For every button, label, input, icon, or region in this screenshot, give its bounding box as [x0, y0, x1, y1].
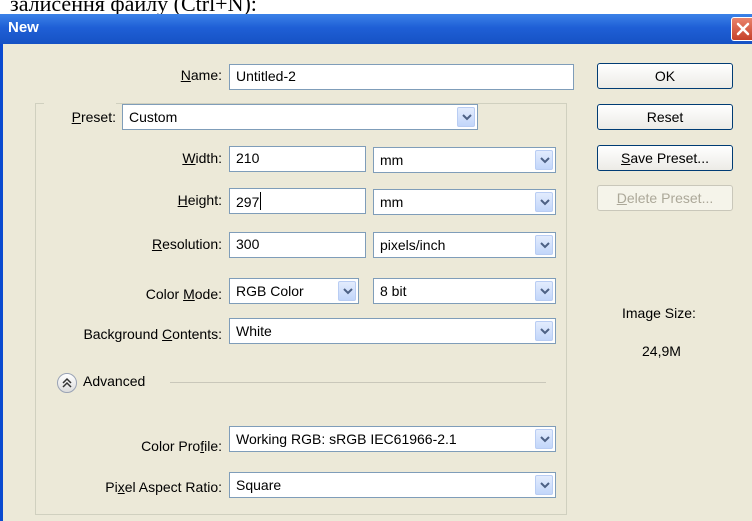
color-profile-select[interactable]: Working RGB: sRGB IEC61966-2.1: [229, 426, 556, 452]
background-contents-select[interactable]: White: [229, 318, 556, 344]
width-unit-select[interactable]: mm: [373, 147, 556, 173]
pixel-aspect-ratio-label: Pixel Aspect Ratio:: [105, 479, 222, 495]
preset-label: Preset:: [71, 109, 116, 125]
color-mode-select[interactable]: RGB Color: [229, 278, 359, 304]
name-input[interactable]: Untitled-2: [229, 64, 574, 90]
bit-depth-select[interactable]: 8 bit: [373, 278, 556, 304]
close-button[interactable]: [731, 17, 752, 41]
reset-button[interactable]: Reset: [597, 104, 733, 130]
resolution-unit-select[interactable]: pixels/inch: [373, 232, 556, 258]
width-label: Width:: [182, 150, 222, 166]
dialog-titlebar[interactable]: [0, 14, 752, 44]
save-preset-button[interactable]: Save Preset...: [597, 145, 733, 171]
advanced-separator: [170, 382, 546, 383]
resolution-unit-value: pixels/inch: [380, 237, 446, 253]
bit-depth-value: 8 bit: [380, 283, 407, 299]
chevron-down-icon[interactable]: [535, 281, 553, 301]
pixel-aspect-ratio-value: Square: [236, 477, 282, 493]
advanced-label: Advanced: [83, 373, 146, 389]
height-unit-value: mm: [380, 194, 404, 210]
delete-preset-button[interactable]: Delete Preset...: [597, 185, 733, 211]
chevron-down-icon[interactable]: [535, 235, 553, 255]
height-value: 297: [236, 194, 260, 210]
image-size-label: Image Size:: [622, 305, 696, 321]
background-contents-value: White: [236, 323, 272, 339]
name-label: Name:: [180, 67, 222, 83]
background-document-strip: залисення файлу (Ctrl+N):: [0, 0, 752, 14]
text-caret: [260, 192, 262, 210]
image-size-value: 24,9M: [642, 343, 681, 359]
chevron-down-icon[interactable]: [535, 475, 553, 495]
pixel-aspect-ratio-select[interactable]: Square: [229, 472, 556, 498]
double-chevron-up-icon: [62, 377, 72, 388]
preset-select[interactable]: Custom: [122, 104, 478, 130]
width-unit-value: mm: [380, 152, 404, 168]
background-document-text: залисення файлу (Ctrl+N):: [10, 0, 257, 14]
chevron-down-icon[interactable]: [535, 192, 553, 212]
chevron-down-icon[interactable]: [535, 321, 553, 341]
chevron-down-icon[interactable]: [338, 281, 356, 301]
height-input[interactable]: 297: [229, 188, 366, 214]
height-label: Height:: [177, 192, 222, 208]
width-input[interactable]: 210: [229, 146, 366, 172]
resolution-input[interactable]: 300: [229, 232, 366, 258]
dialog-title: New: [8, 19, 39, 36]
color-mode-value: RGB Color: [236, 283, 304, 299]
ok-button[interactable]: OK: [597, 63, 733, 89]
advanced-toggle-button[interactable]: [57, 373, 77, 393]
height-unit-select[interactable]: mm: [373, 189, 556, 215]
chevron-down-icon[interactable]: [535, 150, 553, 170]
color-mode-label: Color Mode:: [145, 286, 222, 302]
color-profile-value: Working RGB: sRGB IEC61966-2.1: [236, 431, 457, 447]
resolution-label: Resolution:: [151, 236, 222, 252]
chevron-down-icon[interactable]: [457, 107, 475, 127]
chevron-down-icon[interactable]: [535, 429, 553, 449]
color-profile-label: Color Profile:: [141, 438, 222, 454]
close-icon: [736, 22, 750, 36]
background-contents-label: Background Contents:: [83, 326, 222, 342]
preset-value: Custom: [129, 109, 178, 125]
